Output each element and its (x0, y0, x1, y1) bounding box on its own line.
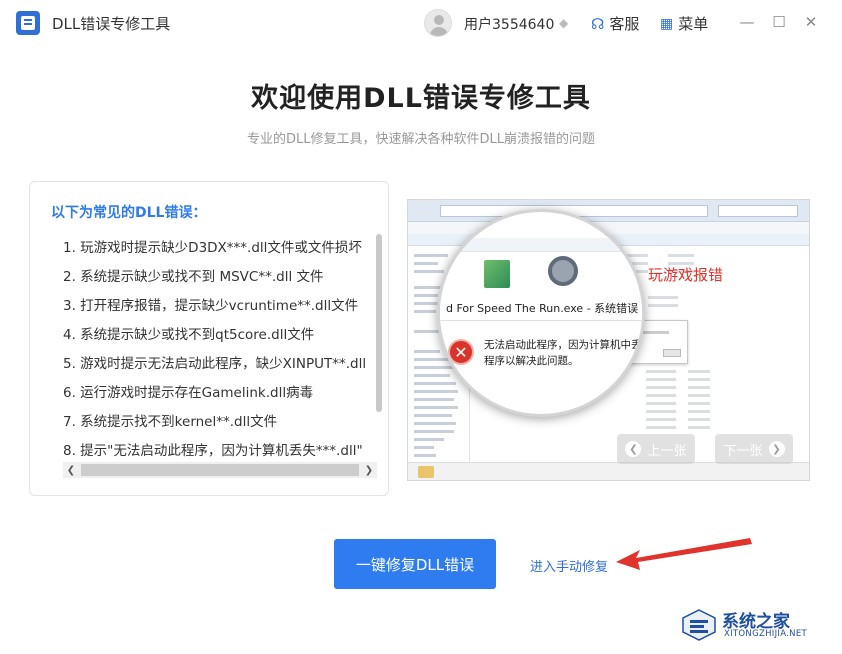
list-item: 2. 系统提示缺少或找不到 MSVC**.dll 文件 (63, 269, 324, 285)
list-item: 6. 运行游戏时提示存在Gamelink.dll病毒 (63, 385, 314, 401)
menu-label: 菜单 (678, 15, 709, 33)
one-click-fix-button[interactable]: 一键修复DLL错误 (334, 539, 496, 589)
grid-icon: ▦ (660, 15, 674, 32)
avatar[interactable] (424, 9, 452, 37)
pointer-arrow-icon (616, 538, 752, 570)
horizontal-scroll-thumb[interactable] (81, 464, 359, 476)
scroll-left-icon[interactable]: ❮ (63, 462, 79, 478)
error-dialog: ✕ 无法启动此程序，因为计算机中丢 程序以解决此问题。 (440, 320, 642, 390)
error-window-title: d For Speed The Run.exe - 系统错误 (440, 298, 642, 320)
chevron-right-icon: ❯ (768, 441, 785, 457)
file-icon (484, 260, 510, 288)
watermark-subtext: XITONGZHIJIA.NET (724, 629, 807, 639)
headset-icon: ☊ (591, 14, 605, 33)
list-item: 7. 系统提示找不到kernel**.dll文件 (63, 414, 278, 430)
minimize-icon[interactable]: — (736, 11, 758, 33)
common-errors-title: 以下为常见的DLL错误： (51, 205, 207, 221)
list-item: 3. 打开程序报错，提示缺少vcruntime**.dll文件 (63, 298, 359, 314)
customer-service-label: 客服 (609, 15, 640, 33)
username[interactable]: 用户3554640 (464, 14, 554, 34)
errors-list[interactable]: 1. 玩游戏时提示缺少D3DX***.dll文件或文件损坏 2. 系统提示缺少或… (63, 234, 378, 458)
error-x-icon: ✕ (448, 339, 474, 365)
error-message-line: 无法启动此程序，因为计算机中丢 (484, 339, 642, 351)
manual-fix-link[interactable]: 进入手动修复 (530, 556, 608, 575)
app-title: DLL错误专修工具 (52, 15, 171, 33)
chevron-left-icon: ❮ (625, 441, 642, 457)
vertical-scrollbar[interactable] (376, 234, 382, 412)
magnified-error-view: d For Speed The Run.exe - 系统错误 ✕ 无法启动此程序… (437, 209, 645, 417)
page-title: 欢迎使用DLL错误专修工具 (251, 83, 591, 114)
error-message-line: 程序以解决此问题。 (484, 355, 579, 367)
watermark-logo-icon (682, 609, 716, 641)
watermark: 系统之家 XITONGZHIJIA.NET (682, 605, 836, 649)
list-item: 8. 提示"无法启动此程序，因为计算机丢失***.dll" (63, 443, 363, 458)
list-item: 1. 玩游戏时提示缺少D3DX***.dll文件或文件损坏 (63, 240, 362, 256)
prev-slide-button[interactable]: ❮ 上一张 (617, 434, 695, 464)
horizontal-scrollbar[interactable]: ❮ ❯ (63, 462, 377, 478)
next-slide-button[interactable]: 下一张 ❯ (715, 434, 793, 464)
close-icon[interactable]: ✕ (800, 11, 822, 33)
menu-button[interactable]: ▦ 菜单 (660, 13, 708, 34)
error-screenshot-carousel: d For Speed The Run.exe - 系统错误 ✕ 无法启动此程序… (407, 199, 810, 481)
customer-service-button[interactable]: ☊ 客服 (591, 13, 639, 34)
next-slide-label: 下一张 (723, 443, 763, 459)
title-bar: DLL错误专修工具 用户3554640 ◆ ☊ 客服 ▦ 菜单 — ☐ ✕ (0, 0, 842, 46)
maximize-icon[interactable]: ☐ (768, 11, 790, 33)
prev-slide-label: 上一张 (647, 443, 687, 459)
vip-diamond-icon: ◆ (559, 16, 569, 30)
gear-icon (548, 256, 578, 286)
list-item: 5. 游戏时提示无法启动此程序，缺少XINPUT**.dll (63, 356, 367, 372)
list-item: 4. 系统提示缺少或找不到qt5core.dll文件 (63, 327, 315, 343)
folder-icon (418, 466, 434, 478)
explorer-titlebar (408, 200, 809, 222)
page-subtitle: 专业的DLL修复工具，快速解决各种软件DLL崩溃报错的问题 (247, 132, 595, 147)
carousel-caption: 玩游戏报错 (648, 266, 724, 284)
common-errors-panel: 以下为常见的DLL错误： 1. 玩游戏时提示缺少D3DX***.dll文件或文件… (29, 181, 389, 496)
app-logo-icon (16, 11, 40, 35)
scroll-right-icon[interactable]: ❯ (361, 462, 377, 478)
